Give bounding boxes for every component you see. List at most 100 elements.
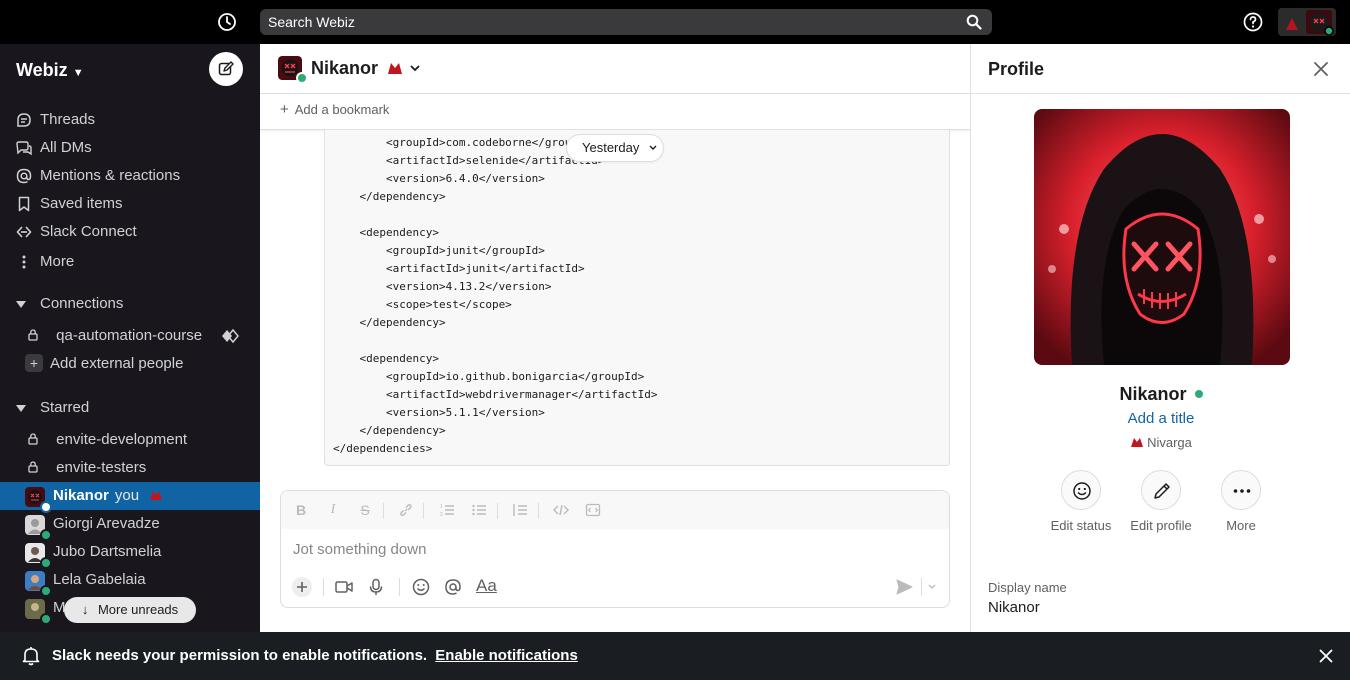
blockquote-icon[interactable] (512, 502, 528, 518)
shared-channel-icon (222, 329, 239, 343)
plus-icon: + (25, 354, 43, 372)
channel-envite-development[interactable]: envite-development (28, 428, 248, 452)
channel-title-button[interactable]: Nikanor (311, 58, 420, 79)
channel-header: Nikanor (260, 44, 970, 94)
question-circle-icon[interactable] (1243, 12, 1263, 32)
channel-qa-automation-course[interactable]: qa-automation-course (28, 324, 248, 348)
code-block-icon[interactable] (585, 502, 601, 518)
date-divider-button[interactable]: Yesterday (566, 134, 664, 162)
presence-indicator (296, 72, 308, 84)
add-bookmark-button[interactable]: + Add a bookmark (260, 94, 970, 130)
code-icon[interactable] (553, 502, 569, 518)
code-line: <dependency> (333, 226, 439, 239)
mention-icon[interactable] (444, 578, 462, 596)
workspace-switcher[interactable]: Webiz ▼ (16, 60, 84, 81)
section-title: Connections (40, 295, 124, 312)
ellipsis-icon (1233, 489, 1251, 493)
sidebar: Webiz ▼ Threads All DMs Mentions & react… (0, 44, 260, 632)
caret-down-icon (16, 404, 26, 412)
message-input[interactable]: Jot something down (293, 541, 426, 558)
sidebar-item-mentions[interactable]: Mentions & reactions (16, 164, 256, 188)
kebab-icon (22, 255, 26, 269)
section-starred[interactable]: Starred (16, 396, 89, 420)
ordered-list-icon[interactable]: 12 (439, 502, 455, 518)
dm-name: Jubo Dartsmelia (53, 543, 162, 560)
sidebar-item-all-dms[interactable]: All DMs (16, 136, 256, 160)
divider (323, 578, 324, 596)
dm-item-lela[interactable]: Lela Gabelaia (0, 566, 260, 597)
presence-indicator (40, 613, 52, 625)
channel-envite-testers[interactable]: envite-testers (28, 456, 248, 480)
sidebar-item-more[interactable]: More (16, 250, 256, 274)
profile-photo[interactable] (1034, 109, 1290, 365)
microphone-icon[interactable] (367, 578, 385, 596)
sidebar-item-slack-connect[interactable]: Slack Connect (16, 220, 256, 244)
bulleted-list-icon[interactable] (471, 502, 487, 518)
more-unreads-button[interactable]: ↓ More unreads (64, 597, 196, 623)
plus-circle-icon[interactable] (291, 576, 313, 598)
lock-icon (28, 461, 38, 473)
action-circle (1221, 470, 1261, 510)
sidebar-item-label: Mentions & reactions (40, 167, 181, 184)
threads-icon (17, 113, 31, 127)
pencil-icon (1154, 483, 1170, 499)
divider (497, 503, 498, 519)
search-placeholder: Search Webiz (268, 14, 355, 30)
video-icon[interactable] (335, 578, 353, 596)
formatting-toolbar: B I S 12 (281, 491, 949, 529)
chevron-down-icon[interactable] (927, 578, 937, 596)
italic-icon[interactable]: I (325, 502, 341, 518)
section-title: Starred (40, 399, 90, 416)
close-icon[interactable] (1313, 61, 1329, 77)
search-icon[interactable] (966, 14, 982, 30)
compose-icon (218, 61, 234, 76)
text-format-icon[interactable]: Aa (476, 577, 498, 595)
lock-icon (28, 329, 38, 341)
channel-name: qa-automation-course (56, 327, 203, 344)
user-avatar-button[interactable] (1278, 8, 1336, 36)
clock-icon[interactable] (217, 12, 237, 32)
code-line: </dependency> (333, 424, 446, 437)
add-external-people-button[interactable]: + Add external people (25, 352, 248, 376)
send-icon[interactable] (895, 578, 913, 596)
display-name-value: Nikanor (988, 599, 1040, 616)
emoji-icon[interactable] (412, 578, 430, 596)
devil-emoji-icon (150, 491, 163, 500)
section-connections[interactable]: Connections (16, 292, 123, 316)
close-icon[interactable] (1319, 649, 1333, 663)
link-icon[interactable] (398, 502, 414, 518)
profile-name-text: Nikanor (1119, 384, 1187, 404)
workspace-name: Webiz (16, 60, 68, 80)
chevron-down-icon: ▼ (72, 67, 84, 79)
edit-profile-button[interactable]: Edit profile (1121, 470, 1201, 533)
caret-down-icon (16, 300, 26, 308)
more-actions-button[interactable]: More (1201, 470, 1281, 533)
search-input[interactable]: Search Webiz (260, 9, 992, 35)
bold-icon[interactable]: B (293, 502, 309, 518)
notification-banner: Slack needs your permission to enable no… (0, 632, 1350, 680)
enable-notifications-link[interactable]: Enable notifications (435, 647, 578, 664)
code-line: </dependency> (333, 190, 446, 203)
status-text: Nivarga (1147, 435, 1192, 450)
sidebar-item-saved[interactable]: Saved items (16, 192, 256, 216)
sidebar-item-label: All DMs (40, 139, 92, 156)
strikethrough-icon[interactable]: S (357, 502, 373, 518)
dm-item-giorgi[interactable]: Giorgi Arevadze (0, 510, 260, 541)
date-label: Yesterday (582, 140, 640, 155)
sidebar-item-label: Slack Connect (40, 223, 137, 240)
dm-item-jubo[interactable]: Jubo Dartsmelia (0, 538, 260, 569)
you-label: you (114, 487, 140, 504)
profile-status: Nivarga (971, 435, 1350, 450)
sidebar-item-threads[interactable]: Threads (16, 108, 256, 132)
dm-item-nikanor[interactable]: Nikanor you (0, 482, 260, 513)
compose-button[interactable] (209, 52, 243, 86)
divider (423, 503, 424, 519)
edit-status-button[interactable]: Edit status (1041, 470, 1121, 533)
action-label: Edit status (1050, 518, 1112, 533)
add-title-link[interactable]: Add a title (971, 410, 1350, 427)
dms-icon (16, 141, 32, 156)
profile-header: Profile (971, 44, 1350, 94)
code-line: <artifactId>webdrivermanager</artifactId… (333, 388, 658, 401)
